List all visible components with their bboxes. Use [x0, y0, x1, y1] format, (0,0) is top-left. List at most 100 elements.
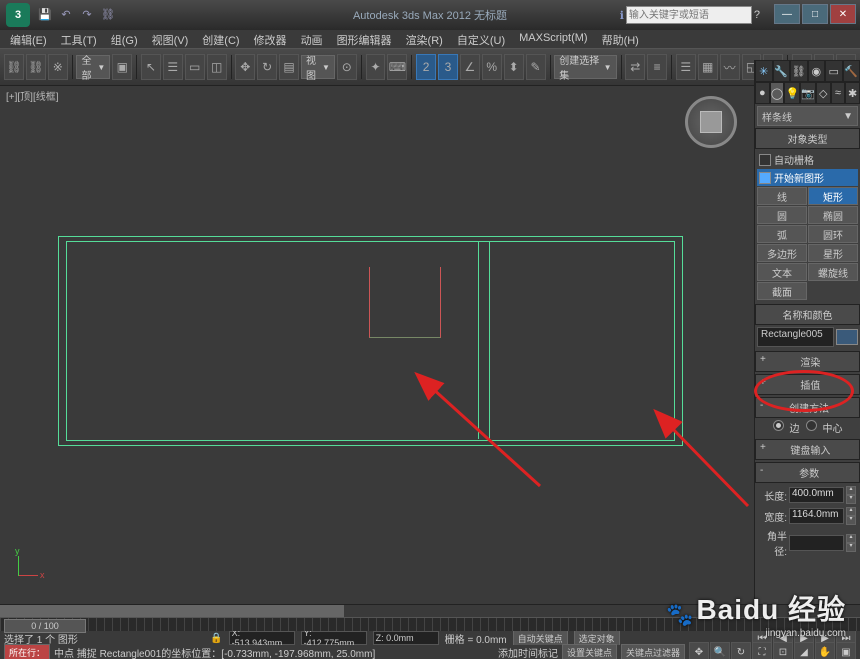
nav-max-icon[interactable]: ⛶: [752, 642, 772, 659]
close-button[interactable]: ✕: [830, 4, 856, 24]
manip-icon[interactable]: ✦: [366, 54, 386, 80]
nav-pan-icon[interactable]: ✥: [689, 642, 709, 659]
select-region-icon[interactable]: ▭: [185, 54, 205, 80]
subtab-systems[interactable]: ✱: [845, 82, 860, 104]
menu-view[interactable]: 视图(V): [146, 30, 195, 48]
undo-icon[interactable]: ↶: [57, 5, 75, 23]
btn-section[interactable]: 截面: [757, 282, 807, 300]
length-input[interactable]: 400.0mm: [789, 487, 844, 503]
link-icon[interactable]: ⛓: [99, 5, 117, 23]
ref-coord-dropdown[interactable]: 视图: [301, 55, 335, 79]
graphite-icon[interactable]: ▦: [698, 54, 718, 80]
subtab-lights[interactable]: 💡: [784, 82, 800, 104]
named-sets-dropdown[interactable]: 创建选择集: [554, 55, 616, 79]
help-icon[interactable]: ?: [754, 9, 760, 21]
btn-line[interactable]: 线: [757, 187, 807, 205]
viewcube[interactable]: [685, 96, 737, 148]
subtab-helpers[interactable]: ◇: [816, 82, 831, 104]
btn-donut[interactable]: 圆环: [808, 225, 858, 243]
menu-tools[interactable]: 工具(T): [55, 30, 103, 48]
minimize-button[interactable]: —: [774, 4, 800, 24]
spinner-snap-icon[interactable]: ⬍: [504, 54, 524, 80]
snap-3d-icon[interactable]: 3: [438, 54, 458, 80]
info-icon[interactable]: ℹ: [620, 9, 624, 22]
rollout-interp[interactable]: +插值: [755, 374, 860, 395]
viewport-label[interactable]: [+][顶][线框]: [6, 88, 59, 103]
redo-icon[interactable]: ↷: [78, 5, 96, 23]
menu-help[interactable]: 帮助(H): [596, 30, 645, 48]
corner-spin-up[interactable]: ▴: [846, 534, 856, 543]
menu-graph[interactable]: 图形编辑器: [331, 30, 398, 48]
corner-input[interactable]: [789, 535, 844, 551]
menu-create[interactable]: 创建(C): [196, 30, 245, 48]
window-crossing-icon[interactable]: ◫: [207, 54, 227, 80]
corner-spin-down[interactable]: ▾: [846, 543, 856, 552]
rollout-name-color[interactable]: 名称和颜色: [755, 304, 860, 325]
align-icon[interactable]: ≡: [647, 54, 667, 80]
nav-zoom-ext-icon[interactable]: ⊡: [773, 642, 793, 659]
tab-utilities[interactable]: 🔨: [843, 60, 860, 82]
btn-text[interactable]: 文本: [757, 263, 807, 281]
snap-2d-icon[interactable]: 2: [416, 54, 436, 80]
tab-modify[interactable]: 🔧: [773, 60, 791, 82]
object-color-swatch[interactable]: [836, 329, 858, 345]
pivot-icon[interactable]: ⊙: [337, 54, 357, 80]
select-icon[interactable]: ▣: [112, 54, 132, 80]
timeline[interactable]: 0 / 100: [0, 617, 860, 631]
tab-hierarchy[interactable]: ⛓: [790, 60, 808, 82]
btn-star[interactable]: 星形: [808, 244, 858, 262]
rollout-keyboard[interactable]: +键盘输入: [755, 439, 860, 460]
btn-rectangle[interactable]: 矩形: [808, 187, 858, 205]
rollout-method[interactable]: -创建方法: [755, 397, 860, 418]
subtab-shapes[interactable]: ◯: [770, 82, 785, 104]
unlink-icon[interactable]: ⛓: [26, 54, 46, 80]
menu-anim[interactable]: 动画: [295, 30, 329, 48]
keyfilter-button[interactable]: 关键点过滤器: [621, 644, 685, 659]
menu-render[interactable]: 渲染(R): [400, 30, 449, 48]
move-icon[interactable]: ✥: [235, 54, 255, 80]
viewport-scrollbar[interactable]: [0, 604, 860, 617]
scale-icon[interactable]: ▤: [279, 54, 299, 80]
select-object-icon[interactable]: ↖: [141, 54, 161, 80]
autogrid-checkbox[interactable]: [759, 154, 771, 166]
nav-max2-icon[interactable]: ▣: [836, 642, 856, 659]
menu-custom[interactable]: 自定义(U): [451, 30, 511, 48]
curve-editor-icon[interactable]: 〰: [720, 54, 740, 80]
tag-label[interactable]: 添加时间标记: [498, 645, 558, 659]
shape-rectangle-divider[interactable]: [478, 241, 490, 439]
subtab-spacewarps[interactable]: ≈: [831, 82, 846, 104]
subtab-cameras[interactable]: 📷: [800, 82, 816, 104]
mirror-icon[interactable]: ⇄: [625, 54, 645, 80]
menu-edit[interactable]: 编辑(E): [4, 30, 53, 48]
keyboard-icon[interactable]: ⌨: [387, 54, 407, 80]
coord-y[interactable]: Y: -412.775mm: [301, 631, 367, 645]
width-input[interactable]: 1164.0mm: [789, 508, 844, 524]
percent-snap-icon[interactable]: %: [482, 54, 502, 80]
menu-maxscript[interactable]: MAXScript(M): [513, 30, 593, 48]
tab-motion[interactable]: ◉: [808, 60, 826, 82]
shape-type-dropdown[interactable]: 样条线▼: [757, 106, 858, 126]
width-spin-down[interactable]: ▾: [846, 516, 856, 525]
tab-display[interactable]: ▭: [825, 60, 843, 82]
time-slider[interactable]: 0 / 100: [4, 619, 86, 633]
btn-helix[interactable]: 螺旋线: [808, 263, 858, 281]
object-name-input[interactable]: Rectangle005: [757, 327, 834, 347]
angle-snap-icon[interactable]: ∠: [460, 54, 480, 80]
menu-modifier[interactable]: 修改器: [248, 30, 293, 48]
btn-ellipse[interactable]: 椭圆: [808, 206, 858, 224]
nav-orbit-icon[interactable]: ↻: [731, 642, 751, 659]
btn-circle[interactable]: 圆: [757, 206, 807, 224]
radio-center[interactable]: [806, 420, 817, 431]
tab-create[interactable]: ✳: [755, 60, 773, 82]
select-name-icon[interactable]: ☰: [163, 54, 183, 80]
rollout-params[interactable]: -参数: [755, 462, 860, 483]
setkey-button[interactable]: 设置关键点: [562, 644, 617, 659]
btn-ngon[interactable]: 多边形: [757, 244, 807, 262]
btn-arc[interactable]: 弧: [757, 225, 807, 243]
rotate-icon[interactable]: ↻: [257, 54, 277, 80]
width-spin-up[interactable]: ▴: [846, 507, 856, 516]
nav-zoom-icon[interactable]: 🔍: [710, 642, 730, 659]
coord-x[interactable]: X: -513.943mm: [229, 631, 295, 645]
length-spin-up[interactable]: ▴: [846, 486, 856, 495]
coord-z[interactable]: Z: 0.0mm: [373, 631, 439, 645]
